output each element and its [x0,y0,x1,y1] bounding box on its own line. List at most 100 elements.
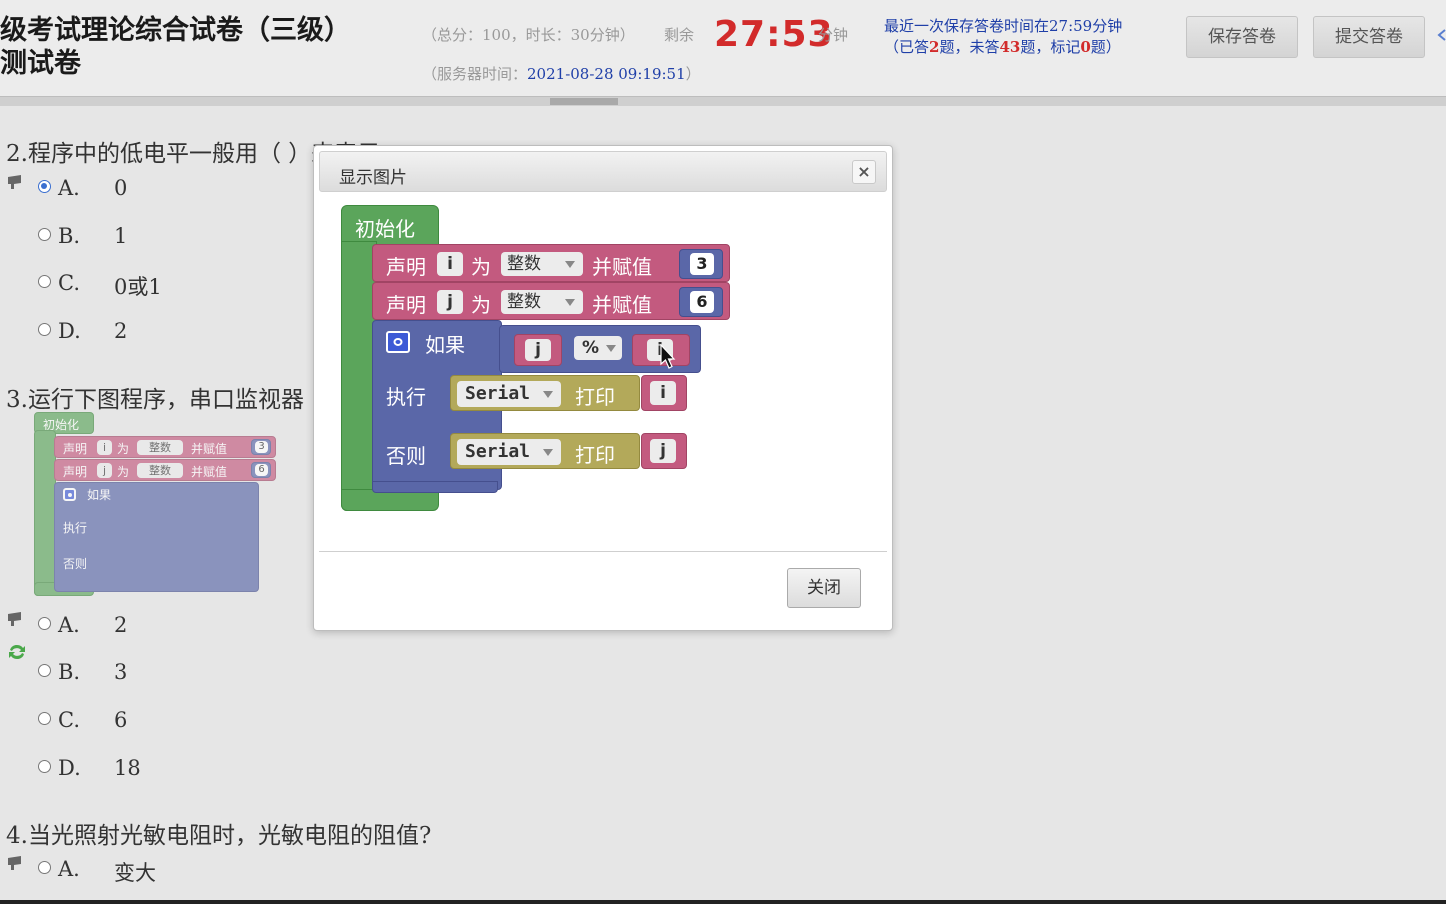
dialog-divider [319,551,887,552]
serial-print-block: Serial 打印 [450,375,640,411]
save-answers-button[interactable]: 保存答卷 [1186,16,1298,58]
thumb-init-body [34,430,56,596]
exam-title: 级考试理论综合试卷（三级） 测试卷 [0,14,351,80]
assign-label: 并赋值 [592,293,652,317]
number-value: 3 [690,253,714,275]
serial-print-block: Serial 打印 [450,433,640,469]
thumb-number: 3 [251,439,271,455]
serial-dropdown: Serial [457,439,561,465]
number-block: 3 [679,249,723,279]
radio-button[interactable] [38,617,51,630]
dropdown-arrow-icon [543,391,553,398]
exam-title-line1: 级考试理论综合试卷（三级） [0,15,351,46]
print-label: 打印 [575,385,615,409]
question-4-stem: 4.当光照射光敏电阻时，光敏电阻的阻值? [6,823,432,849]
close-icon[interactable]: × [852,160,876,184]
thumb-assign-label: 并赋值 [191,465,228,479]
option-text: 6 [114,708,128,732]
init-block-header: 初始化 [341,205,439,245]
submit-answers-button[interactable]: 提交答卷 [1313,16,1425,58]
thumb-gear-icon [63,488,76,501]
mouse-cursor-icon [660,344,676,369]
save-status-text: 题，未答 [939,38,1000,56]
radio-button[interactable] [38,861,51,874]
arrow-icon[interactable] [1436,28,1446,42]
dropdown-arrow-icon [565,299,575,306]
variable-field: i [437,252,463,276]
thumb-number-value: 6 [255,464,268,476]
option-letter: A. [58,857,80,881]
serial-dropdown: Serial [457,381,561,407]
save-status-line2: （已答2题，未答43题，标记0题） [884,37,1122,58]
radio-button[interactable] [38,760,51,773]
dropdown-arrow-icon [565,261,575,268]
variable-field: i [650,381,676,405]
thumb-if-label: 如果 [87,488,112,502]
radio-button[interactable] [38,323,51,336]
thumb-assign-label: 并赋值 [191,442,228,456]
option-letter: A. [58,613,80,637]
declare-i-block: 声明 i 为 整数 并赋值 3 [372,244,730,282]
unanswered-count: 43 [999,38,1021,56]
as-label: 为 [471,293,491,317]
thumb-declare-label: 声明 [63,465,88,479]
then-label: 执行 [386,385,426,409]
declare-label: 声明 [386,293,426,317]
thumb-as-label: 为 [117,442,130,456]
radio-button[interactable] [38,712,51,725]
option-letter: D. [58,756,81,780]
variable-field: j [650,439,676,463]
number-block: 6 [679,287,723,317]
thumb-number: 6 [251,462,271,478]
horizontal-scrollbar[interactable] [0,96,1446,106]
variable-field: j [525,339,551,361]
refresh-icon[interactable] [6,641,28,663]
exam-header: 级考试理论综合试卷（三级） 测试卷 （总分：100，时长：30分钟） 剩余 27… [0,0,1446,96]
close-button[interactable]: 关闭 [787,568,861,608]
option-letter: A. [58,176,80,200]
radio-button[interactable] [38,275,51,288]
thumb-declare-i: 声明 i 为 整数 并赋值 3 [54,436,276,458]
flag-icon[interactable] [6,855,24,871]
dialog-title: 显示图片 [339,168,407,188]
option-letter: C. [58,271,80,295]
thumb-else-label: 否则 [63,557,88,571]
type-label: 整数 [507,254,541,274]
radio-button[interactable] [38,228,51,241]
variable-block: i [641,375,687,411]
declare-j-block: 声明 j 为 整数 并赋值 6 [372,282,730,320]
thumb-declare-label: 声明 [63,442,88,456]
radio-button[interactable] [38,664,51,677]
server-time-close: ） [685,65,701,83]
exam-info: （总分：100，时长：30分钟） [422,26,635,44]
countdown-timer: 27:53 [714,14,834,55]
thumb-number-value: 3 [255,441,268,453]
thumb-declare-j: 声明 j 为 整数 并赋值 6 [54,459,276,481]
bottom-border [0,900,1446,904]
option-text: 3 [114,660,128,684]
flag-icon[interactable] [6,611,24,627]
scrollbar-thumb[interactable] [550,98,618,105]
minute-label: 分钟 [818,26,849,44]
option-letter: D. [58,319,81,343]
remaining-label: 剩余 [664,26,695,44]
dialog-titlebar[interactable]: 显示图片 × [319,151,887,192]
type-dropdown: 整数 [501,252,583,276]
variable-block: j [641,433,687,469]
save-status-text: 题，标记 [1020,38,1081,56]
operator-dropdown: % [574,336,622,360]
serial-label: Serial [465,441,531,462]
server-time-value: 2021-08-28 09:19:51 [527,65,686,83]
option-text: 0 [114,176,128,200]
option-text: 2 [114,319,128,343]
question-3-stem: 3.运行下图程序，串口监视器 [6,387,304,413]
radio-button[interactable] [38,180,51,193]
option-text: 18 [114,756,141,780]
type-dropdown: 整数 [501,290,583,314]
option-letter: C. [58,708,80,732]
question-3-program-thumbnail[interactable]: 初始化 声明 i 为 整数 并赋值 3 声明 j 为 整数 并赋值 6 如果 执… [34,412,279,600]
thumb-if-block: 如果 执行 否则 [54,482,259,592]
option-text: 1 [114,224,128,248]
flag-icon[interactable] [6,174,24,190]
answered-count: 2 [929,38,940,56]
